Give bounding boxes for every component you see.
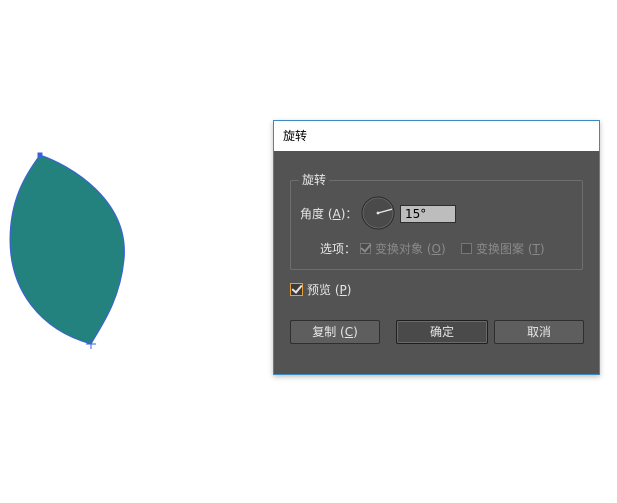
copy-button[interactable]: 复制 (C) xyxy=(290,320,380,344)
artboard[interactable]: 旋转 旋转 角度 (A)： 15° 选项： 变换对象 (O) 变换图案 (T) xyxy=(0,0,617,503)
preview-checkbox[interactable] xyxy=(290,283,303,296)
ok-button[interactable]: 确定 xyxy=(396,320,488,344)
rotate-dialog: 旋转 旋转 角度 (A)： 15° 选项： 变换对象 (O) 变换图案 (T) xyxy=(273,120,600,375)
options-label: 选项： xyxy=(320,242,357,256)
anchor-point-top[interactable] xyxy=(37,152,43,158)
preview-option[interactable]: 预览 (P) xyxy=(290,282,351,298)
cancel-button[interactable]: 取消 xyxy=(494,320,584,344)
group-label: 旋转 xyxy=(299,172,330,188)
transform-objects-option: 变换对象 (O) xyxy=(360,241,446,257)
transform-patterns-option: 变换图案 (T) xyxy=(461,241,545,257)
transform-objects-checkbox[interactable] xyxy=(360,243,371,254)
dialog-title[interactable]: 旋转 xyxy=(274,121,599,151)
leaf-shape[interactable] xyxy=(9,154,125,345)
rotate-group: 旋转 角度 (A)： 15° 选项： 变换对象 (O) 变换图案 (T) xyxy=(290,172,583,270)
angle-dial[interactable] xyxy=(361,196,395,230)
angle-label: 角度 (A)： xyxy=(300,207,358,221)
transform-patterns-checkbox[interactable] xyxy=(461,243,472,254)
dialog-body: 旋转 角度 (A)： 15° 选项： 变换对象 (O) 变换图案 (T) 预览 … xyxy=(274,151,599,374)
angle-input[interactable]: 15° xyxy=(400,205,456,223)
